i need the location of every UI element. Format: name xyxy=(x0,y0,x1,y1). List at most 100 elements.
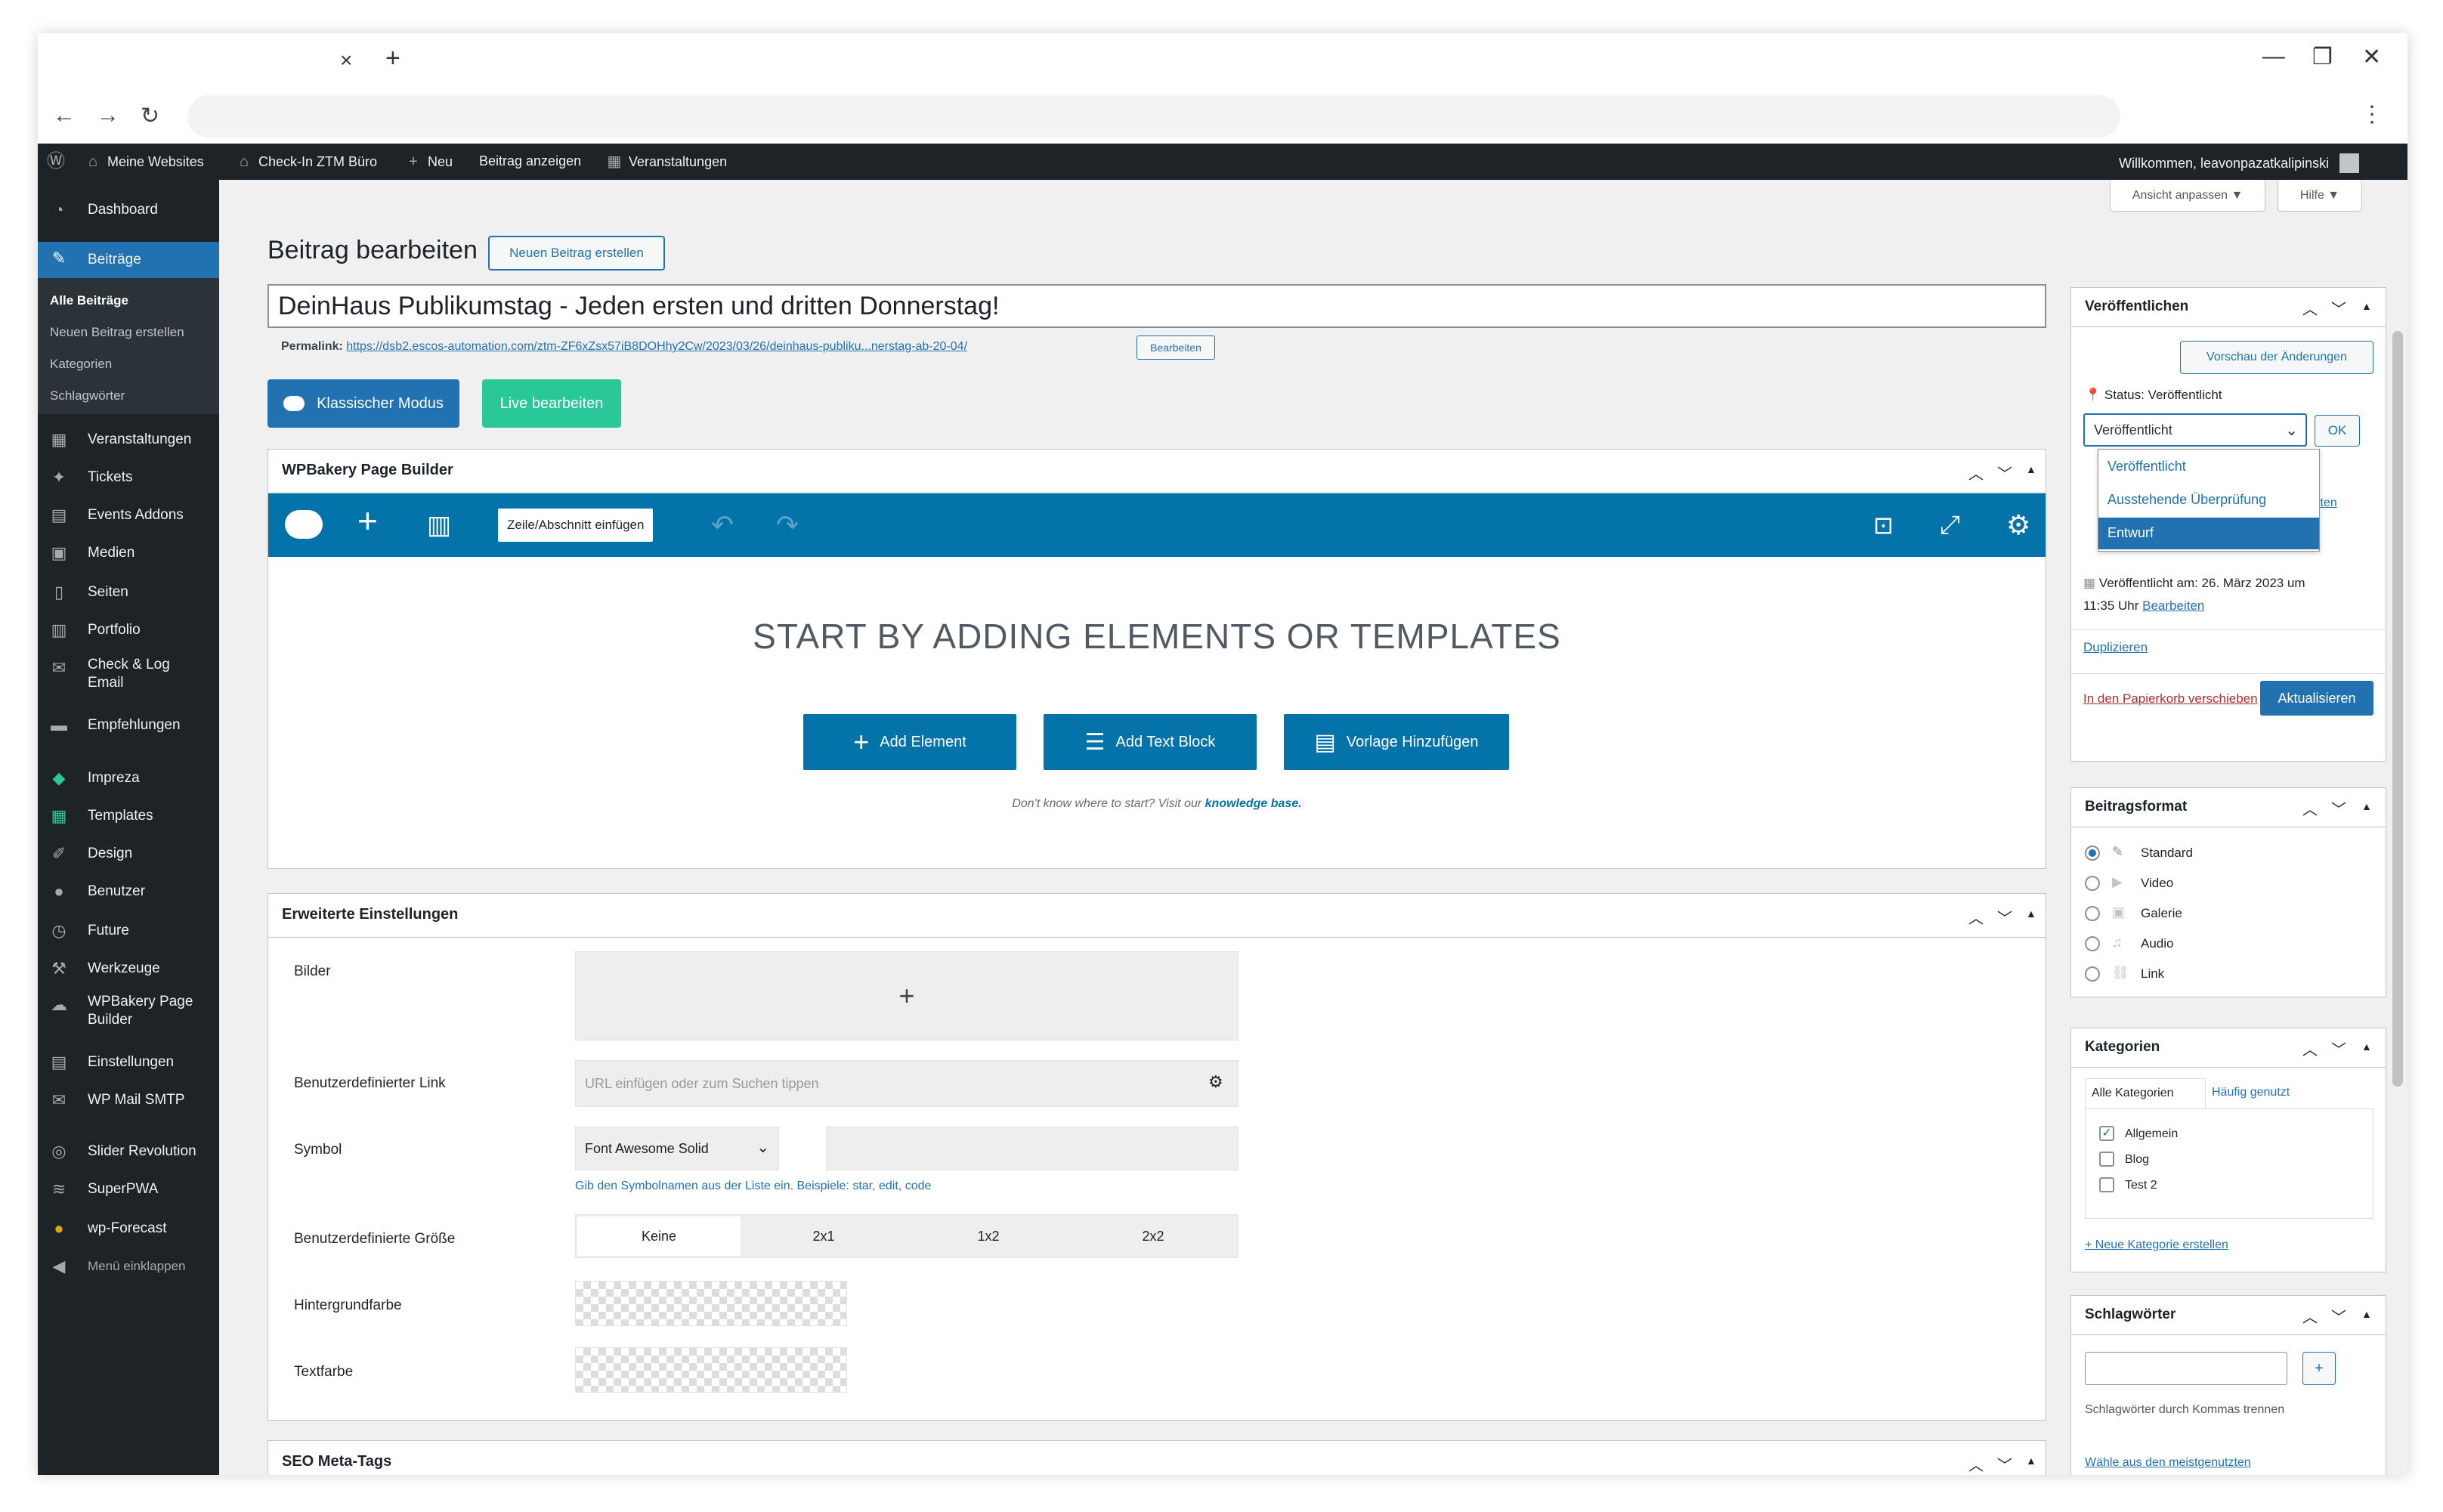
browser-menu-icon[interactable]: ⋮ xyxy=(2361,101,2383,128)
close-window-icon[interactable]: ✕ xyxy=(2362,44,2381,70)
toggle-icon[interactable]: ▲ xyxy=(2361,300,2372,312)
settings-gear-icon[interactable]: ⚙ xyxy=(2006,510,2030,540)
sidebar-item-wpbakery[interactable]: ☁ WPBakery Page Builder xyxy=(38,988,196,1034)
tab-all-categories[interactable]: Alle Kategorien xyxy=(2085,1078,2206,1108)
symbol-name-input[interactable] xyxy=(826,1127,1239,1170)
sidebar-item-wp-forecast[interactable]: ● wp-Forecast xyxy=(38,1212,219,1245)
view-post-link[interactable]: Beitrag anzeigen xyxy=(479,153,581,169)
tag-input[interactable] xyxy=(2085,1352,2287,1385)
size-option-none[interactable]: Keine xyxy=(577,1217,741,1256)
submenu-tags[interactable]: Schlagwörter xyxy=(50,388,125,404)
choose-tags-link[interactable]: Wähle aus den meistgenutzten Schlagwörte… xyxy=(2085,1453,2312,1475)
format-radio-audio[interactable] xyxy=(2085,936,2100,951)
format-radio-gallery[interactable] xyxy=(2085,906,2100,921)
add-image-field[interactable]: + xyxy=(575,951,1239,1040)
chevron-up-icon[interactable]: ︿ xyxy=(1968,462,1984,484)
preview-changes-button[interactable]: Vorschau der Änderungen xyxy=(2180,341,2373,374)
post-title-input[interactable]: DeinHaus Publikumstag - Jeden ersten und… xyxy=(267,284,2046,328)
sidebar-item-wp-mail-smtp[interactable]: ✉ WP Mail SMTP xyxy=(38,1084,219,1117)
chevron-up-icon[interactable]: ︿ xyxy=(2302,1305,2318,1327)
sidebar-item-slider-revolution[interactable]: ◎ Slider Revolution xyxy=(38,1135,219,1168)
redo-icon[interactable]: ↷ xyxy=(776,510,799,540)
sidebar-item-users[interactable]: ● Benutzer xyxy=(38,875,219,908)
back-icon[interactable]: ← xyxy=(53,103,76,128)
size-option-2x2[interactable]: 2x2 xyxy=(1072,1217,1235,1256)
permalink-edit-button[interactable]: Bearbeiten xyxy=(1136,335,1215,360)
page-scrollbar[interactable] xyxy=(2392,331,2403,1087)
knowledge-base-link[interactable]: knowledge base. xyxy=(1205,797,1302,810)
publish-date-edit-link[interactable]: Bearbeiten xyxy=(2142,598,2204,613)
trash-link[interactable]: In den Papierkorb verschieben xyxy=(2083,691,2258,707)
status-option-draft[interactable]: Entwurf xyxy=(2098,518,2319,549)
wordpress-logo-icon[interactable]: Ⓦ xyxy=(47,153,65,171)
sidebar-item-impreza[interactable]: ◆ Impreza xyxy=(38,762,219,795)
chevron-up-icon[interactable]: ︿ xyxy=(2302,1037,2318,1059)
format-radio-video[interactable] xyxy=(2085,876,2100,891)
forward-icon[interactable]: → xyxy=(97,103,119,128)
category-checkbox-test2[interactable] xyxy=(2099,1177,2114,1192)
chevron-down-icon[interactable]: ﹀ xyxy=(1997,462,2012,484)
sidebar-item-templates[interactable]: ▦ Templates xyxy=(38,799,219,833)
sidebar-item-testimonials[interactable]: ▬ Empfehlungen xyxy=(38,709,219,742)
help-button[interactable]: Hilfe ▼ xyxy=(2278,180,2362,212)
category-checkbox-blog[interactable] xyxy=(2099,1152,2114,1167)
size-option-1x2[interactable]: 1x2 xyxy=(907,1217,1070,1256)
chevron-down-icon[interactable]: ﹀ xyxy=(2331,1305,2346,1327)
toggle-icon[interactable]: ▲ xyxy=(2361,800,2372,812)
permalink-url[interactable]: https://dsb2.escos-automation.com/ztm-ZF… xyxy=(346,340,967,353)
sidebar-collapse[interactable]: ◀ Menü einklappen xyxy=(38,1250,219,1283)
chevron-up-icon[interactable]: ︿ xyxy=(1968,1453,1984,1475)
chevron-up-icon[interactable]: ︿ xyxy=(2302,797,2318,819)
sidebar-item-portfolio[interactable]: ▥ Portfolio xyxy=(38,614,219,647)
live-edit-button[interactable]: Live bearbeiten xyxy=(482,379,621,428)
undo-icon[interactable]: ↶ xyxy=(711,510,734,540)
update-button[interactable]: Aktualisieren xyxy=(2260,681,2373,716)
size-option-2x1[interactable]: 2x1 xyxy=(742,1217,905,1256)
wpbakery-logo-icon[interactable] xyxy=(285,510,323,539)
minimize-icon[interactable]: — xyxy=(2262,44,2285,70)
submenu-categories[interactable]: Kategorien xyxy=(50,357,112,372)
toggle-icon[interactable]: ▲ xyxy=(2026,908,2036,920)
site-link[interactable]: ⌂ Check-In ZTM Büro xyxy=(236,153,377,170)
sidebar-item-events[interactable]: ▦ Veranstaltungen xyxy=(38,423,219,456)
sidebar-item-superpwa[interactable]: ≋ SuperPWA xyxy=(38,1173,219,1206)
chevron-down-icon[interactable]: ﹀ xyxy=(1997,906,2012,928)
status-ok-button[interactable]: OK xyxy=(2315,415,2360,447)
sidebar-item-dashboard[interactable]: ◔ Dashboard xyxy=(38,193,219,227)
classic-mode-button[interactable]: Klassischer Modus xyxy=(267,379,459,428)
preview-icon[interactable]: ⊡ xyxy=(1873,510,1894,540)
new-link[interactable]: + Neu xyxy=(405,153,453,170)
add-element-icon[interactable]: + xyxy=(357,503,378,538)
chevron-down-icon[interactable]: ﹀ xyxy=(1997,1453,2012,1475)
my-sites-link[interactable]: ⌂ Meine Websites xyxy=(85,153,204,170)
status-select[interactable]: Veröffentlicht ⌄ xyxy=(2083,413,2307,447)
fullscreen-icon[interactable]: ⤢ xyxy=(1940,510,1960,540)
sidebar-item-events-addons[interactable]: ▤ Events Addons xyxy=(38,499,219,532)
account-link[interactable]: Willkommen, leavonpazatkalipinski xyxy=(2119,153,2360,173)
chevron-down-icon[interactable]: ﹀ xyxy=(2331,797,2346,819)
symbol-select[interactable]: Font Awesome Solid ⌄ xyxy=(575,1127,779,1170)
sidebar-item-posts[interactable]: ✎ Beiträge xyxy=(38,242,219,278)
add-category-link[interactable]: + Neue Kategorie erstellen xyxy=(2085,1238,2228,1252)
sidebar-item-pages[interactable]: ▯ Seiten xyxy=(38,576,219,609)
restore-icon[interactable]: ❐ xyxy=(2312,44,2333,70)
browser-tab[interactable] xyxy=(86,42,373,86)
new-tab-icon[interactable]: + xyxy=(385,44,400,73)
add-element-button[interactable]: + Add Element xyxy=(803,714,1016,770)
events-link[interactable]: ▦ Veranstaltungen xyxy=(606,153,728,170)
chevron-down-icon[interactable]: ﹀ xyxy=(2331,1037,2346,1059)
add-text-block-button[interactable]: ☰ Add Text Block xyxy=(1044,714,1257,770)
sidebar-item-settings[interactable]: ▤ Einstellungen xyxy=(38,1046,219,1079)
toggle-icon[interactable]: ▲ xyxy=(2026,1455,2036,1467)
format-radio-link[interactable] xyxy=(2085,966,2100,982)
submenu-all-posts[interactable]: Alle Beiträge xyxy=(50,293,128,308)
visibility-edit-link[interactable]: iten xyxy=(2318,496,2337,510)
custom-link-input[interactable]: URL einfügen oder zum Suchen tippen xyxy=(575,1060,1239,1107)
reload-icon[interactable]: ↻ xyxy=(141,103,159,129)
chevron-down-icon[interactable]: ﹀ xyxy=(2331,297,2346,319)
add-tag-button[interactable]: + xyxy=(2302,1352,2336,1385)
chevron-up-icon[interactable]: ︿ xyxy=(2302,297,2318,319)
sidebar-item-tickets[interactable]: ✦ Tickets xyxy=(38,461,219,494)
toggle-icon[interactable]: ▲ xyxy=(2361,1308,2372,1320)
chevron-up-icon[interactable]: ︿ xyxy=(1968,906,1984,928)
